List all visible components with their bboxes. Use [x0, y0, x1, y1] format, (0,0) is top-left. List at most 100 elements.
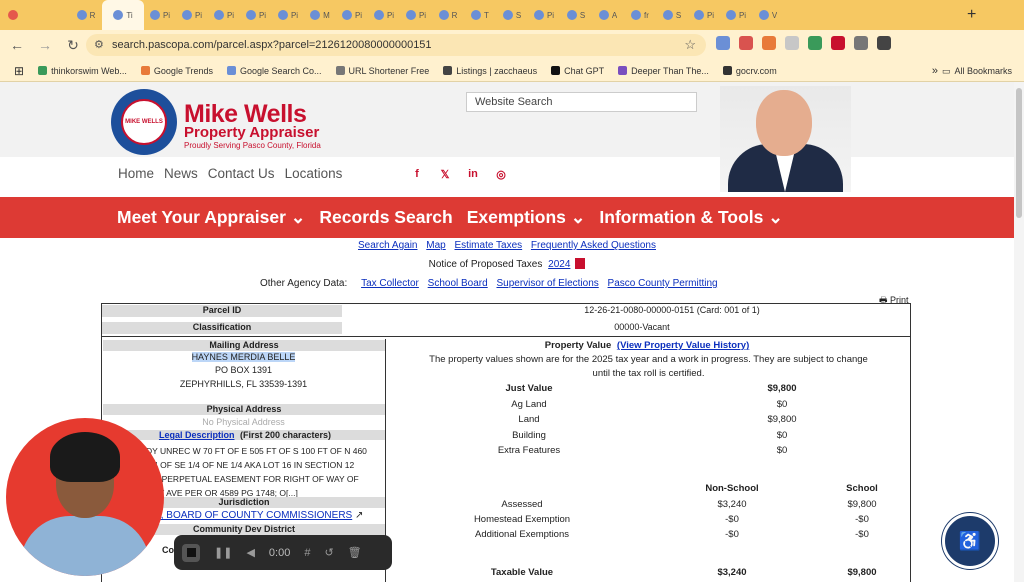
reload-icon[interactable]: ↻: [62, 34, 84, 56]
restart-icon[interactable]: ↺: [324, 546, 333, 559]
mailing-line-3: ZEPHYRHILLS, FL 33539-1391: [179, 379, 308, 389]
browser-tab[interactable]: Pi: [720, 0, 752, 30]
tax-collector-link[interactable]: Tax Collector: [361, 278, 419, 289]
tab-label: R: [451, 10, 458, 20]
forward-icon[interactable]: →: [34, 34, 56, 56]
browser-tab[interactable]: A: [592, 0, 624, 30]
website-search-input[interactable]: Website Search: [466, 92, 697, 112]
jurisdiction-link[interactable]: NTY, BOARD OF COUNTY COMMISSIONERS: [142, 510, 352, 521]
browser-tab[interactable]: Pi: [368, 0, 400, 30]
pdf-icon[interactable]: [575, 258, 586, 269]
browser-tab[interactable]: S: [496, 0, 528, 30]
browser-tab[interactable]: Pi: [688, 0, 720, 30]
nav-meet-your-appraiser[interactable]: Meet Your Appraiser ⌄: [117, 207, 305, 228]
close-window-icon[interactable]: [8, 10, 18, 20]
browser-tab[interactable]: S: [560, 0, 592, 30]
bookmark-item[interactable]: gocrv.com: [722, 66, 777, 76]
mute-icon[interactable]: ◀: [246, 546, 254, 559]
scrollbar-thumb[interactable]: [1016, 88, 1022, 218]
browser-tab[interactable]: Pi: [272, 0, 304, 30]
nav-exemptions[interactable]: Exemptions ⌄: [467, 207, 586, 228]
stop-recording-button[interactable]: [182, 543, 200, 562]
homestead-school: -$0: [855, 514, 869, 525]
back-icon[interactable]: ←: [6, 34, 28, 56]
apps-icon[interactable]: ⊞: [14, 64, 24, 78]
notice-year-link[interactable]: 2024: [548, 259, 570, 270]
legal-line: DY UNREC W 70 FT OF E 505 FT OF S 100 FT…: [146, 446, 367, 456]
bookmark-item[interactable]: Deeper Than The...: [618, 66, 709, 76]
facebook-icon[interactable]: f: [411, 168, 423, 180]
grid-icon[interactable]: #: [304, 547, 310, 559]
extension-icon[interactable]: [739, 36, 753, 50]
browser-tab[interactable]: Ti: [102, 0, 144, 30]
extension-icon[interactable]: [762, 36, 776, 50]
estimate-taxes-link[interactable]: Estimate Taxes: [455, 240, 523, 251]
extension-icon[interactable]: [831, 36, 845, 50]
bookmark-star-icon[interactable]: ☆: [684, 37, 696, 53]
bookmark-item[interactable]: Google Trends: [140, 65, 213, 76]
address-bar[interactable]: ⚙ search.pascopa.com/parcel.aspx?parcel=…: [86, 34, 706, 56]
bookmark-item[interactable]: Listings | zacchaeus: [443, 66, 537, 76]
browser-tab[interactable]: V: [752, 0, 784, 30]
nav-locations[interactable]: Locations: [285, 166, 343, 181]
folder-icon: ▭: [941, 65, 951, 76]
window-controls: [8, 10, 18, 20]
x-icon[interactable]: 𝕏: [439, 168, 451, 181]
school-board-link[interactable]: School Board: [428, 278, 488, 289]
county-permitting-link[interactable]: Pasco County Permitting: [608, 278, 718, 289]
extension-icon[interactable]: [716, 36, 730, 50]
nav-records-search[interactable]: Records Search: [319, 207, 452, 228]
profile-icon[interactable]: [877, 36, 891, 50]
supervisor-elections-link[interactable]: Supervisor of Elections: [496, 278, 598, 289]
tab-favicon-icon: [245, 10, 256, 20]
agency-label: Other Agency Data:: [260, 278, 348, 289]
bookmark-label: Google Trends: [153, 65, 213, 76]
browser-tab[interactable]: Pi: [176, 0, 208, 30]
bookmark-item[interactable]: URL Shortener Free: [335, 66, 429, 76]
pause-icon[interactable]: ❚❚: [214, 546, 232, 559]
county-seal-logo[interactable]: MIKE WELLS: [111, 89, 177, 155]
linkedin-icon[interactable]: in: [467, 168, 479, 180]
value-note-line: until the tax roll is certified.: [592, 368, 705, 379]
tab-label: S: [515, 10, 522, 20]
nav-information-tools[interactable]: Information & Tools ⌄: [599, 207, 783, 228]
extension-icon[interactable]: [808, 36, 822, 50]
browser-tab[interactable]: R: [70, 0, 102, 30]
all-bookmarks[interactable]: » ▭ All Bookmarks: [932, 65, 1012, 77]
bookmark-item[interactable]: Google Search Co...: [226, 66, 322, 76]
browser-tab[interactable]: Pi: [144, 0, 176, 30]
bookmark-favicon-icon: [335, 66, 345, 75]
faq-link[interactable]: Frequently Asked Questions: [531, 240, 656, 251]
puzzle-icon[interactable]: [854, 36, 868, 50]
browser-tab[interactable]: M: [304, 0, 336, 30]
browser-tab[interactable]: Pi: [240, 0, 272, 30]
search-again-link[interactable]: Search Again: [358, 240, 418, 251]
nav-contact-us[interactable]: Contact Us: [208, 166, 275, 181]
tab-favicon-icon: [502, 10, 513, 20]
value-history-link[interactable]: (View Property Value History): [617, 340, 749, 351]
browser-tab[interactable]: T: [464, 0, 496, 30]
browser-tab[interactable]: Pi: [528, 0, 560, 30]
tab-favicon-icon: [566, 10, 577, 20]
map-link[interactable]: Map: [426, 240, 445, 251]
legal-description-link[interactable]: Legal Description: [159, 430, 235, 440]
school-header: School: [846, 483, 878, 494]
browser-tab[interactable]: fr: [624, 0, 656, 30]
nav-home[interactable]: Home: [118, 166, 154, 181]
browser-tab[interactable]: Pi: [400, 0, 432, 30]
bookmark-item[interactable]: thinkorswim Web...: [38, 66, 127, 76]
browser-tab[interactable]: S: [656, 0, 688, 30]
nav-news[interactable]: News: [164, 166, 198, 181]
browser-tab[interactable]: R: [432, 0, 464, 30]
site-info-icon[interactable]: ⚙: [94, 38, 104, 51]
instagram-icon[interactable]: ◎: [495, 168, 507, 181]
extension-icon[interactable]: [785, 36, 799, 50]
browser-tab[interactable]: Pi: [208, 0, 240, 30]
bookmark-item[interactable]: Chat GPT: [551, 66, 604, 76]
browser-tab[interactable]: Pi: [336, 0, 368, 30]
assessed-school: $9,800: [847, 499, 877, 510]
page-scrollbar[interactable]: [1014, 82, 1024, 582]
trash-icon[interactable]: 🗑: [348, 546, 362, 559]
ada-compliance-badge[interactable]: ♿: [942, 513, 998, 569]
new-tab-icon[interactable]: +: [967, 6, 976, 24]
